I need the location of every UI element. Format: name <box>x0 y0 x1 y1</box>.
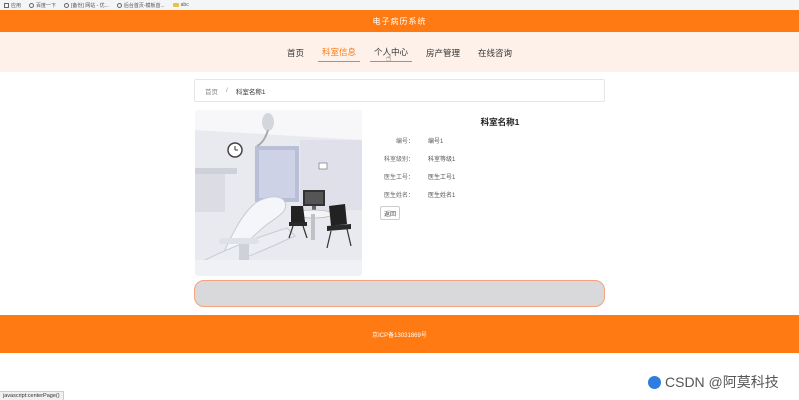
department-name-title: 科室名称1 <box>480 117 520 127</box>
bookmark-label: 百度一下 <box>36 2 57 9</box>
field-value: 医生姓名1 <box>428 193 456 199</box>
nav-item-department[interactable]: 科室信息 <box>317 42 360 62</box>
back-button[interactable]: 返回 <box>380 206 400 220</box>
field-value: 编号1 <box>428 139 444 145</box>
site-header: 电子病历系统 <box>0 10 799 32</box>
globe-icon <box>29 2 35 8</box>
field-label: 科室级别： <box>383 157 414 163</box>
status-bar-url: javascript:centerPage() <box>0 391 64 400</box>
hand-pointer-icon: ☝ <box>386 53 392 63</box>
field-label: 医生工号： <box>383 175 414 181</box>
apps-grid-icon <box>4 2 9 8</box>
nav-item-home[interactable]: 首页 <box>283 43 308 62</box>
footer-icp-text: 京ICP备13031869号 <box>372 332 427 339</box>
nav-item-consult[interactable]: 在线咨询 <box>474 43 516 62</box>
field-row-doctor-name: 医生姓名： 医生姓名1 <box>380 190 560 199</box>
field-row-doctor-id: 医生工号： 医生工号1 <box>380 172 560 181</box>
page-icon <box>116 2 122 8</box>
field-label: 编号： <box>395 139 414 145</box>
field-row-level: 科室级别： 科室等级1 <box>380 154 560 163</box>
content-panel <box>194 280 605 307</box>
field-row-number: 编号： 编号1 <box>380 136 560 145</box>
bookmark-abc[interactable]: abc <box>172 2 189 8</box>
bookmarks-bar: 应用 百度一下 [备份] 网站 - 优... 后台首页-模板首... abc <box>0 0 799 10</box>
site-footer: 京ICP备13031869号 <box>0 315 799 353</box>
main-nav: 首页 科室信息 个人中心 房产管理 在线咨询 <box>0 32 799 72</box>
field-value: 医生工号1 <box>428 175 456 181</box>
breadcrumb-separator: / <box>226 87 228 94</box>
department-photo <box>195 110 362 276</box>
field-label: 医生姓名： <box>383 193 414 199</box>
site-title: 电子病历系统 <box>372 16 427 26</box>
bookmark-label: abc <box>180 2 189 8</box>
breadcrumb-home[interactable]: 首页 <box>205 86 218 96</box>
bookmark-baidu[interactable]: 百度一下 <box>29 2 56 9</box>
folder-icon <box>172 3 179 7</box>
bookmark-apps[interactable]: 应用 <box>4 2 21 9</box>
watermark-text: CSDN @阿莫科技 <box>665 374 779 390</box>
globe-icon <box>64 2 70 8</box>
watermark: CSDN @阿莫科技 <box>648 372 779 392</box>
nav-item-property[interactable]: 房产管理 <box>422 43 464 62</box>
breadcrumb: 首页 / 科室名称1 <box>194 79 605 102</box>
bookmark-label: 应用 <box>11 2 22 9</box>
bookmark-label: [备份] 网站 - 优... <box>71 2 109 9</box>
csdn-logo-icon <box>648 375 661 389</box>
bookmark-backup[interactable]: [备份] 网站 - 优... <box>64 2 109 9</box>
bookmark-admin[interactable]: 后台首页-模板首... <box>116 2 165 9</box>
bookmark-label: 后台首页-模板首... <box>123 2 165 9</box>
breadcrumb-current: 科室名称1 <box>235 88 266 96</box>
field-value: 科室等级1 <box>428 157 456 163</box>
